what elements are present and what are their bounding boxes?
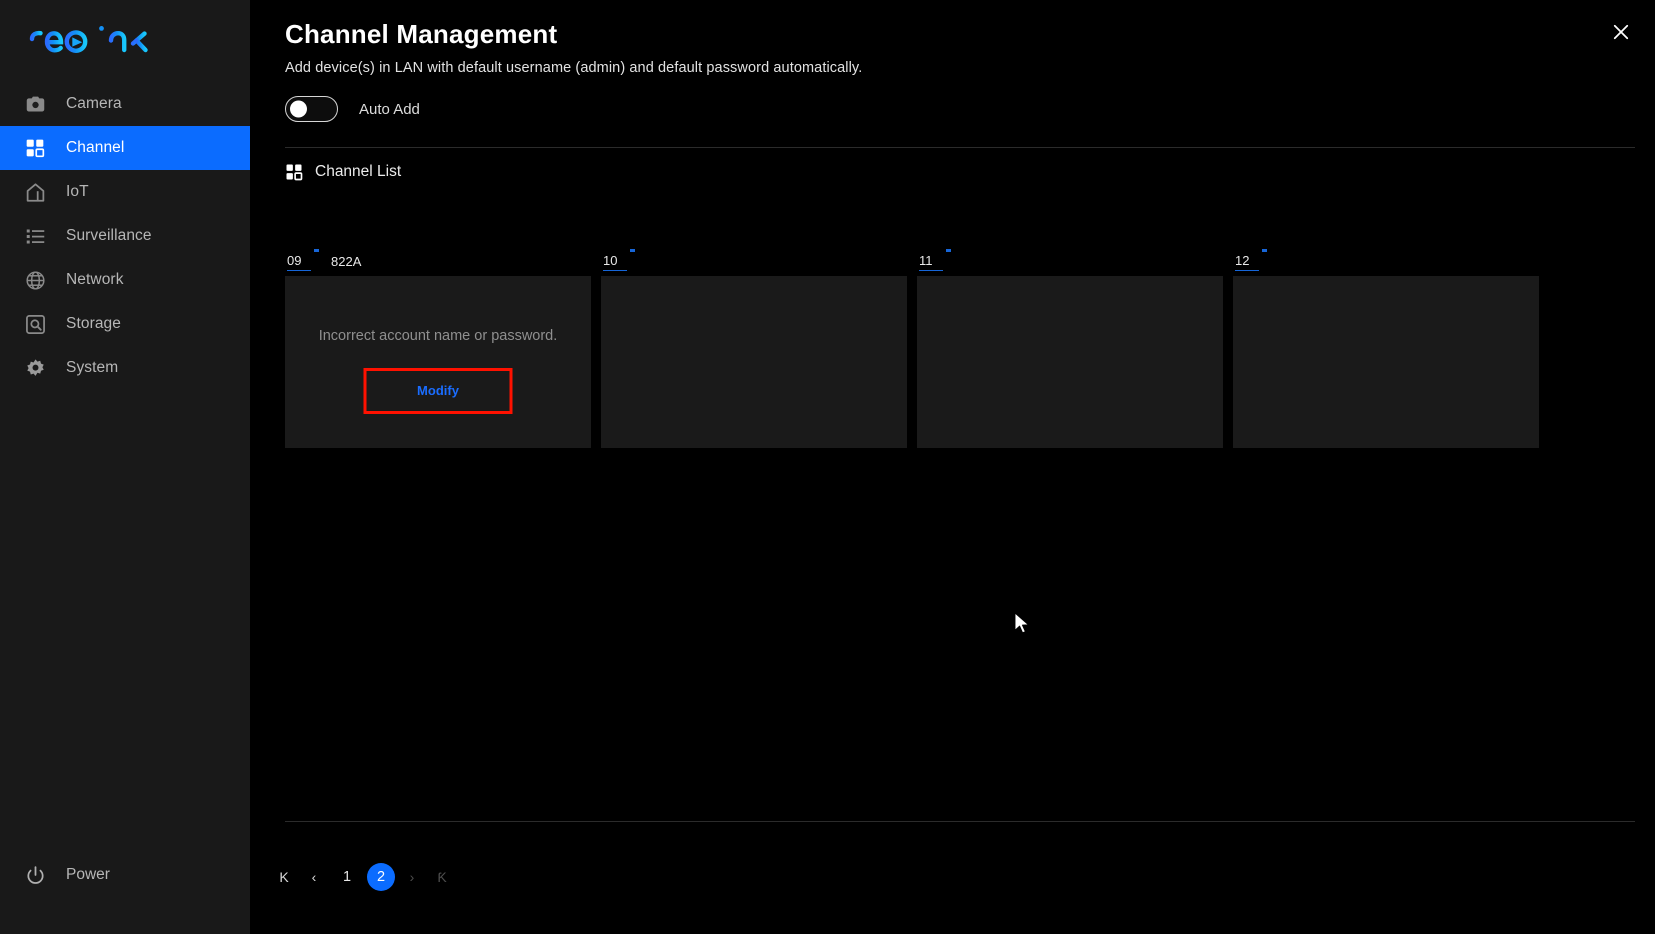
- grid-icon: [285, 163, 303, 181]
- channel-tile-header: 10: [601, 248, 907, 271]
- auto-add-label: Auto Add: [359, 100, 420, 118]
- sidebar-item-label: Storage: [66, 315, 121, 332]
- channel-tile-body[interactable]: Incorrect account name or password. Modi…: [285, 276, 591, 448]
- first-page-button[interactable]: K: [270, 863, 298, 891]
- divider-bottom: [285, 821, 1635, 822]
- reolink-logo: [26, 20, 196, 62]
- sidebar-item-camera[interactable]: Camera: [0, 82, 250, 126]
- power-icon: [24, 864, 46, 886]
- globe-icon: [24, 269, 46, 291]
- channel-tile[interactable]: 12: [1233, 248, 1539, 448]
- channel-number: 12: [1235, 249, 1267, 271]
- auto-add-toggle[interactable]: [285, 96, 338, 122]
- hard-drive-icon: [24, 313, 46, 335]
- channel-management-window: Camera Channel IoT Surveillance Network …: [0, 0, 1655, 934]
- auto-add-row: Auto Add: [285, 96, 420, 122]
- channel-tile[interactable]: 09 822A Incorrect account name or passwo…: [285, 248, 591, 448]
- channel-status-dot: [1262, 249, 1267, 252]
- divider-top: [285, 147, 1635, 148]
- sidebar-item-storage[interactable]: Storage: [0, 302, 250, 346]
- prev-page-button[interactable]: ‹: [300, 863, 328, 891]
- sidebar-item-label: Channel: [66, 139, 125, 156]
- channel-list-label: Channel List: [315, 163, 402, 180]
- sidebar-item-label: System: [66, 359, 119, 376]
- pagination: K ‹ 1 2 › Ƙ: [270, 862, 458, 892]
- sidebar-item-iot[interactable]: IoT: [0, 170, 250, 214]
- channel-status-dot: [630, 249, 635, 252]
- modify-button[interactable]: Modify: [367, 371, 510, 411]
- channel-name: 822A: [331, 254, 362, 269]
- next-page-button[interactable]: ›: [398, 863, 426, 891]
- list-icon: [24, 225, 46, 247]
- toggle-knob: [290, 100, 307, 118]
- channel-tile[interactable]: 10: [601, 248, 907, 448]
- sidebar-item-label: IoT: [66, 183, 89, 200]
- highlight-box: Modify: [363, 368, 513, 414]
- channel-tile-body[interactable]: [1233, 276, 1539, 448]
- close-icon[interactable]: [1607, 18, 1635, 46]
- channel-tiles: 09 822A Incorrect account name or passwo…: [270, 248, 1650, 448]
- channel-error-message: Incorrect account name or password.: [318, 328, 558, 344]
- sidebar-item-power[interactable]: Power: [0, 855, 250, 895]
- last-page-button[interactable]: Ƙ: [428, 863, 456, 891]
- camera-icon: [24, 93, 46, 115]
- channel-list-header: Channel List: [285, 163, 401, 181]
- channel-tile-body[interactable]: [917, 276, 1223, 448]
- channel-number: 10: [603, 249, 635, 271]
- channel-number: 09: [287, 249, 319, 271]
- page-number-2[interactable]: 2: [367, 863, 395, 891]
- channel-tile[interactable]: 11: [917, 248, 1223, 448]
- sidebar-item-network[interactable]: Network: [0, 258, 250, 302]
- sidebar-item-label: Camera: [66, 95, 122, 112]
- channel-tile-body[interactable]: [601, 276, 907, 448]
- sidebar-item-label: Power: [66, 866, 110, 883]
- sidebar-item-surveillance[interactable]: Surveillance: [0, 214, 250, 258]
- sidebar-item-label: Network: [66, 271, 124, 288]
- channel-number: 11: [919, 249, 951, 271]
- sidebar-item-channel[interactable]: Channel: [0, 126, 250, 170]
- channel-status-dot: [946, 249, 951, 252]
- grid-icon: [24, 137, 46, 159]
- gear-icon: [24, 357, 46, 379]
- sidebar-item-system[interactable]: System: [0, 346, 250, 390]
- page-number-1[interactable]: 1: [333, 863, 361, 891]
- channel-tile-header: 09 822A: [285, 248, 591, 271]
- page-subtitle: Add device(s) in LAN with default userna…: [285, 60, 863, 76]
- main-content: Channel Management Add device(s) in LAN …: [250, 0, 1655, 934]
- mouse-cursor: [1014, 612, 1032, 636]
- home-icon: [24, 181, 46, 203]
- sidebar-item-label: Surveillance: [66, 227, 152, 244]
- channel-status-dot: [314, 249, 319, 252]
- sidebar: Camera Channel IoT Surveillance Network …: [0, 0, 250, 934]
- channel-tile-header: 12: [1233, 248, 1539, 271]
- page-title: Channel Management: [285, 19, 558, 49]
- sidebar-nav: Camera Channel IoT Surveillance Network …: [0, 82, 250, 390]
- channel-tile-header: 11: [917, 248, 1223, 271]
